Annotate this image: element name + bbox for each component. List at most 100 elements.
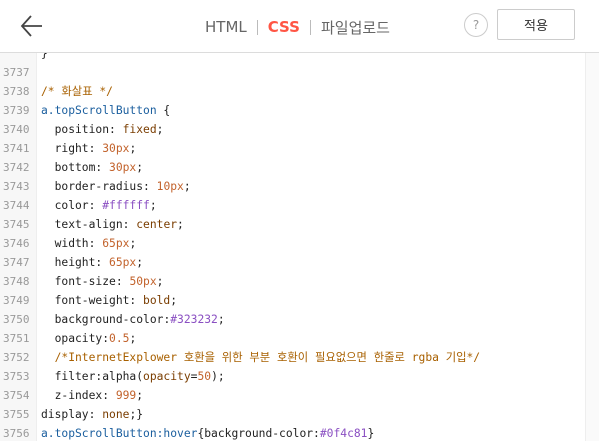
code-line: 3744 color: #ffffff; bbox=[0, 196, 584, 215]
code-line: 3738 /* 화살표 */ bbox=[0, 82, 584, 101]
editor-tabs: HTML CSS 파일업로드 bbox=[205, 16, 390, 38]
code-token: opacity bbox=[41, 332, 103, 345]
code-text: z-index: 999; bbox=[41, 386, 143, 405]
code-token: #ffffff bbox=[102, 199, 150, 212]
code-token: a.topScrollButton bbox=[41, 427, 157, 440]
code-token: : bbox=[102, 332, 110, 345]
tab-css[interactable]: CSS bbox=[268, 18, 300, 36]
code-token: z-index bbox=[41, 389, 103, 402]
code-token: ; bbox=[129, 142, 137, 155]
code-line: 3751 opacity:0.5; bbox=[0, 329, 584, 348]
code-token: background-color bbox=[41, 313, 164, 326]
code-token: 30px bbox=[109, 161, 137, 174]
code-token: 50 bbox=[197, 370, 212, 383]
apply-button[interactable]: 적용 bbox=[497, 9, 575, 40]
code-token: : bbox=[109, 123, 123, 136]
code-text: font-size: 50px; bbox=[41, 272, 164, 291]
code-line: 3740 position: fixed; bbox=[0, 120, 584, 139]
back-button[interactable] bbox=[18, 11, 48, 41]
code-token: position bbox=[41, 123, 110, 136]
arrow-left-icon bbox=[20, 15, 42, 37]
code-token: ); bbox=[211, 370, 225, 383]
code-line: 3739 a.topScrollButton { bbox=[0, 101, 584, 120]
code-token: #323232 bbox=[170, 313, 218, 326]
code-line: 3745 text-align: center; bbox=[0, 215, 584, 234]
code-text: width: 65px; bbox=[41, 234, 137, 253]
code-token: 65px bbox=[102, 237, 130, 250]
code-token: ; bbox=[217, 313, 225, 326]
code-token: ; bbox=[136, 161, 144, 174]
line-number: 3743 bbox=[3, 180, 30, 193]
code-line: 3749 font-weight: bold; bbox=[0, 291, 584, 310]
editor-scrollbar[interactable] bbox=[585, 53, 599, 441]
line-number: 3740 bbox=[3, 123, 30, 136]
code-token: : bbox=[88, 142, 103, 155]
code-token: ; bbox=[156, 275, 164, 288]
code-token: } bbox=[41, 53, 48, 60]
code-token: ; bbox=[170, 294, 178, 307]
code-line: 3742 bottom: 30px; bbox=[0, 158, 584, 177]
code-token: 0.5 bbox=[109, 332, 130, 345]
line-number: 3739 bbox=[3, 104, 30, 117]
line-number: 3746 bbox=[3, 237, 30, 250]
code-token: #0f4c81 bbox=[319, 427, 368, 440]
code-token: color bbox=[41, 199, 89, 212]
code-text: text-align: center; bbox=[41, 215, 184, 234]
tab-divider bbox=[256, 19, 258, 35]
line-number: 3742 bbox=[3, 161, 30, 174]
code-token: : bbox=[95, 161, 110, 174]
code-token: 65px bbox=[109, 256, 137, 269]
code-token: fixed bbox=[122, 123, 157, 136]
code-token: ; bbox=[136, 389, 144, 402]
code-token: center bbox=[136, 218, 178, 231]
code-token: right bbox=[41, 142, 89, 155]
code-token: ; bbox=[129, 332, 137, 345]
line-number: 3752 bbox=[3, 351, 30, 364]
code-token: : bbox=[143, 180, 157, 193]
code-text: a.topScrollButton:hover{background-color… bbox=[41, 424, 374, 441]
code-token: /*InternetExplower 호환을 위한 부분 호환이 필요없으면 한… bbox=[41, 351, 481, 364]
code-token: display bbox=[41, 408, 89, 421]
code-token: ; bbox=[129, 237, 137, 250]
line-number: 3750 bbox=[3, 313, 30, 326]
code-token: ; bbox=[177, 218, 184, 231]
line-number: 3755 bbox=[3, 408, 30, 421]
code-line: 3754 z-index: 999; bbox=[0, 386, 584, 405]
code-token: : bbox=[115, 275, 130, 288]
code-text: position: fixed; bbox=[41, 120, 164, 139]
code-token: none bbox=[102, 408, 130, 421]
code-token: 50px bbox=[129, 275, 157, 288]
code-token: 10px bbox=[156, 180, 184, 193]
code-text: a.topScrollButton { bbox=[41, 101, 170, 120]
code-token: : bbox=[88, 199, 103, 212]
tab-html[interactable]: HTML bbox=[205, 18, 247, 36]
code-token: 30px bbox=[102, 142, 130, 155]
code-token: ;} bbox=[129, 408, 144, 421]
code-line: 3755 display: none;} bbox=[0, 405, 584, 424]
code-text: display: none;} bbox=[41, 405, 143, 424]
code-text: /* 화살표 */ bbox=[41, 82, 113, 101]
code-line: 3746 width: 65px; bbox=[0, 234, 584, 253]
line-number: 3753 bbox=[3, 370, 30, 383]
code-line: 3737 bbox=[0, 63, 584, 82]
top-toolbar: HTML CSS 파일업로드 ? 적용 bbox=[0, 0, 599, 53]
code-token: /* 화살표 */ bbox=[41, 85, 113, 98]
code-editor[interactable]: } 3737 3738 /* 화살표 */ 3739 a.topScrollButton … bbox=[0, 53, 599, 441]
code-token: ; bbox=[136, 256, 144, 269]
code-token: : bbox=[122, 218, 137, 231]
code-text: right: 30px; bbox=[41, 139, 137, 158]
tab-file-upload[interactable]: 파일업로드 bbox=[321, 17, 390, 38]
code-text: opacity:0.5; bbox=[41, 329, 137, 348]
code-token: ; bbox=[156, 123, 164, 136]
code-token: width bbox=[41, 237, 89, 250]
code-text: bottom: 30px; bbox=[41, 158, 143, 177]
line-number: 3744 bbox=[3, 199, 30, 212]
code-token: : bbox=[102, 389, 116, 402]
code-text: /*InternetExplower 호환을 위한 부분 호환이 필요없으면 한… bbox=[41, 348, 481, 367]
code-token: font-size bbox=[41, 275, 116, 288]
help-button[interactable]: ? bbox=[464, 13, 488, 37]
code-token: : bbox=[129, 294, 144, 307]
code-text: border-radius: 10px; bbox=[41, 177, 191, 196]
code-text: background-color:#323232; bbox=[41, 310, 225, 329]
code-token: opacity bbox=[143, 370, 191, 383]
